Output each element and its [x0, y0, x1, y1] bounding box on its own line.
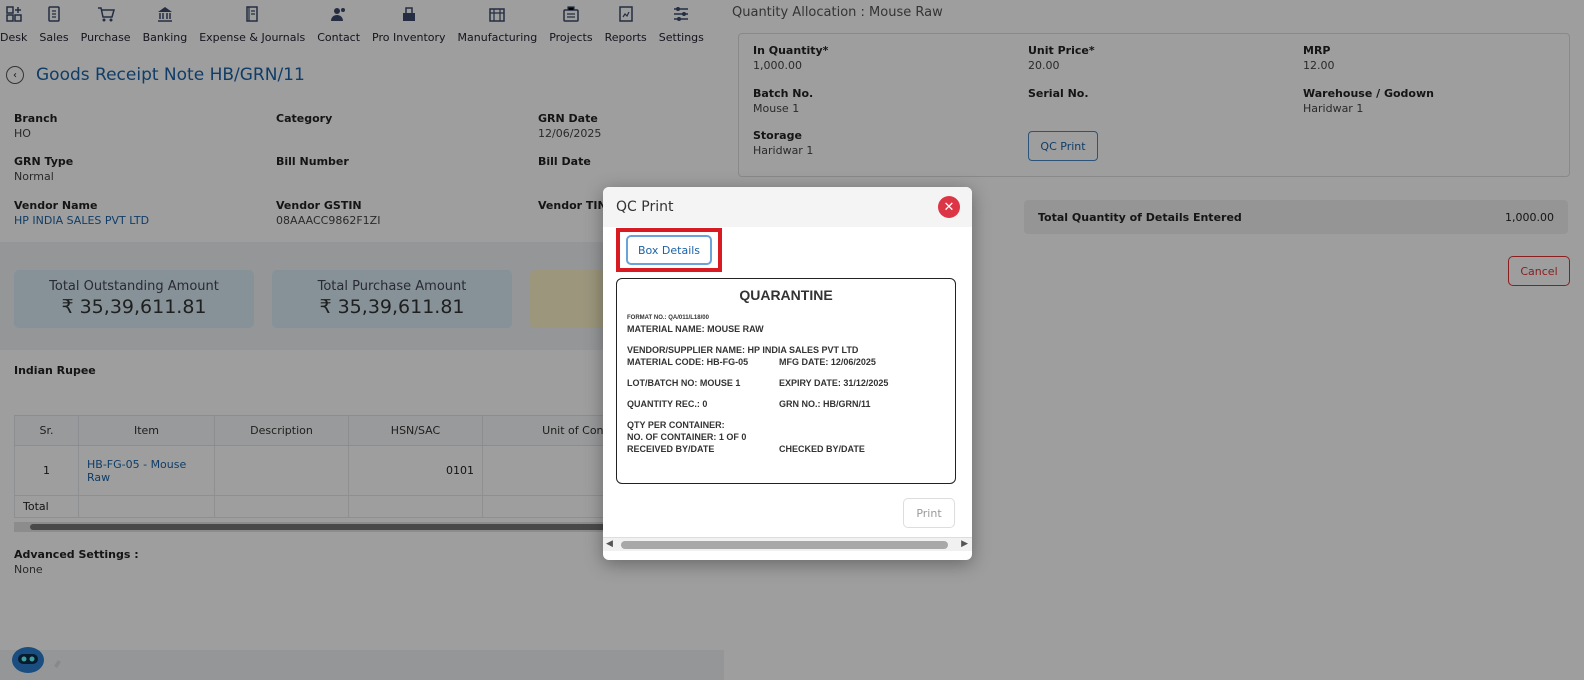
print-button[interactable]: Print: [903, 498, 955, 528]
box-details-button[interactable]: Box Details: [626, 235, 712, 265]
qty-per-container: QTY PER CONTAINER:: [627, 420, 725, 430]
format-no: FORMAT NO.: QA/011/L18/00: [627, 315, 709, 321]
modal-scrollbar[interactable]: ◀ ▶: [603, 537, 972, 551]
scroll-right-icon[interactable]: ▶: [961, 539, 968, 549]
no-of-container: NO. OF CONTAINER: 1 OF 0: [627, 432, 747, 442]
material-name: MATERIAL NAME: MOUSE RAW: [627, 324, 764, 334]
highlight-box: Box Details: [616, 228, 722, 272]
label-row-sign: RECEIVED BY/DATE CHECKED BY/DATE: [627, 444, 865, 454]
scroll-left-icon[interactable]: ◀: [606, 539, 613, 549]
label-row-qty: QUANTITY REC.: 0 GRN NO.: HB/GRN/11: [627, 399, 871, 409]
vendor-name: VENDOR/SUPPLIER NAME: HP INDIA SALES PVT…: [627, 345, 859, 355]
modal-header: QC Print ✕: [603, 187, 972, 227]
label-heading: QUARANTINE: [739, 287, 833, 303]
label-row-batch: LOT/BATCH NO: MOUSE 1 EXPIRY DATE: 31/12/…: [627, 378, 889, 388]
label-row-code: MATERIAL CODE: HB-FG-05 MFG DATE: 12/06/2…: [627, 357, 876, 367]
modal-title: QC Print: [616, 199, 674, 215]
close-icon[interactable]: ✕: [938, 196, 960, 218]
qc-print-modal: QC Print ✕ Box Details QUARANTINE FORMAT…: [603, 187, 972, 560]
qc-label-preview: QUARANTINE FORMAT NO.: QA/011/L18/00 MAT…: [616, 278, 956, 484]
